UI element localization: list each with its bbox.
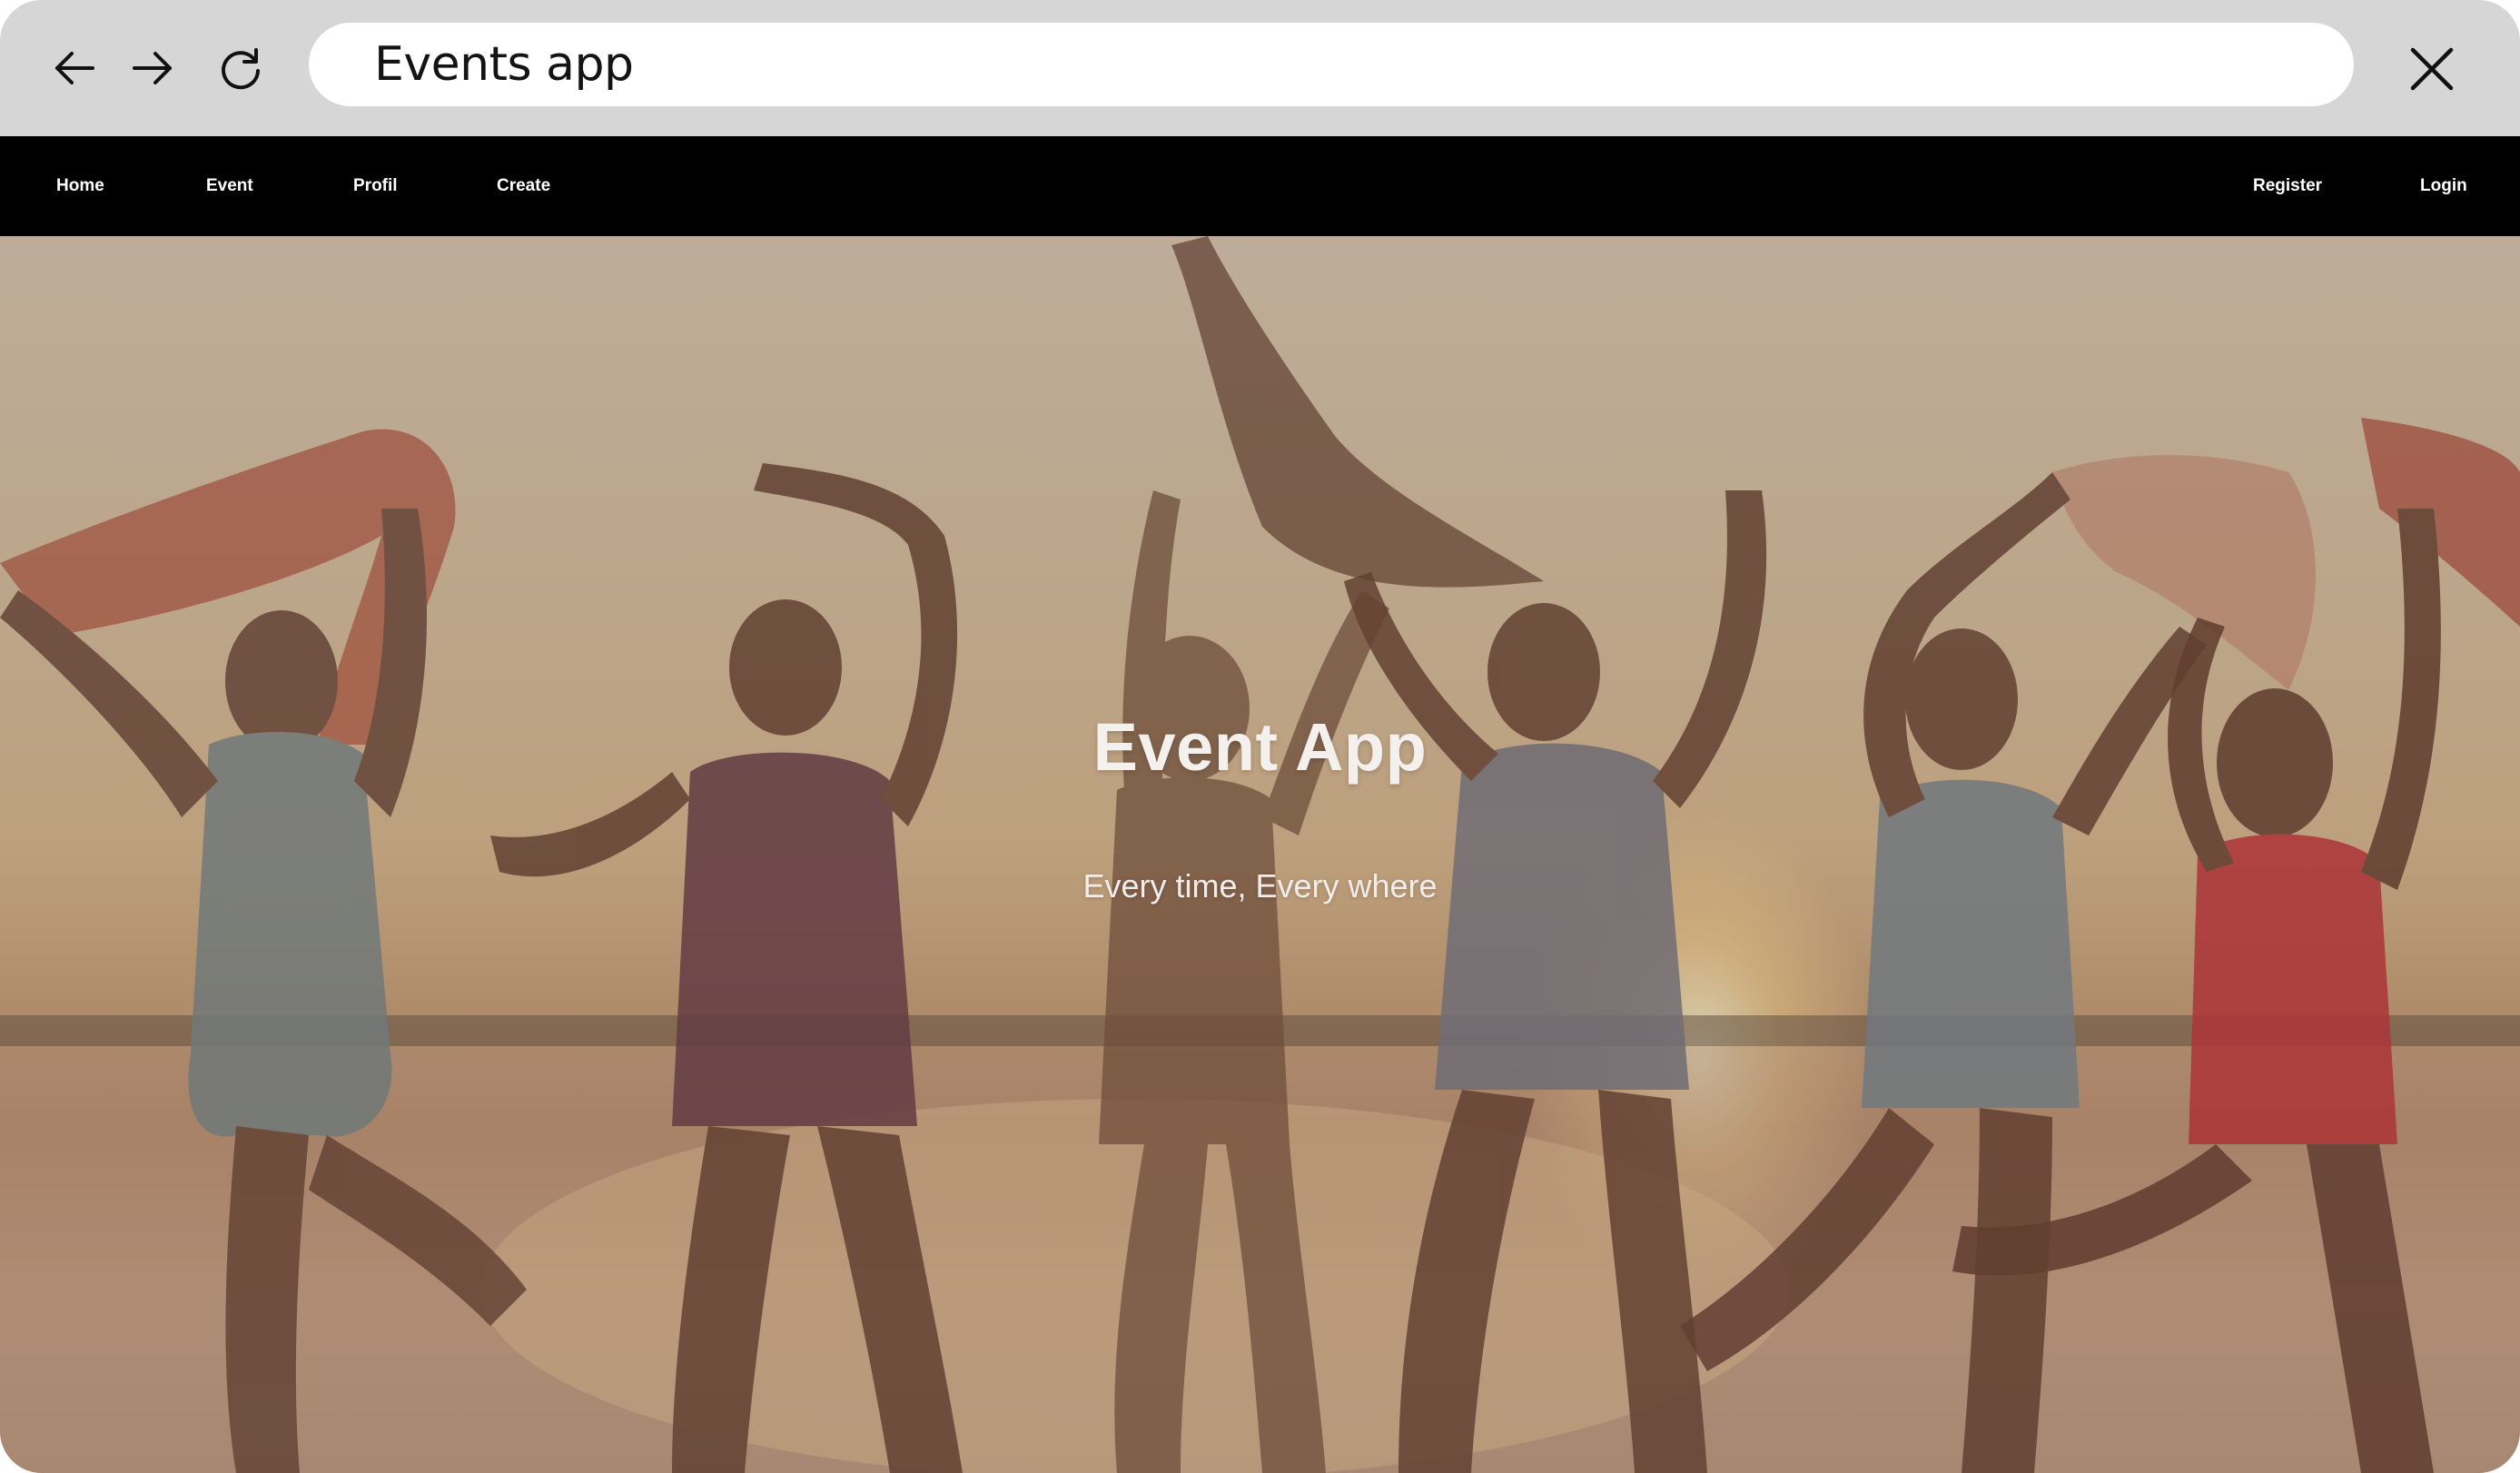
hero-section: Event App Every time, Every where <box>0 236 2520 1473</box>
site-navbar: Home Event Profil Create Register Login <box>0 136 2520 236</box>
address-text: Events app <box>374 37 634 92</box>
arrow-left-icon <box>55 52 94 84</box>
close-button[interactable] <box>2396 33 2468 105</box>
hero-dim-overlay <box>0 236 2520 1473</box>
forward-button[interactable] <box>116 36 189 100</box>
hero-title: Event App <box>1092 709 1428 785</box>
nav-link-home[interactable]: Home <box>56 136 104 236</box>
close-icon <box>2410 47 2454 91</box>
arrow-right-icon <box>133 52 172 84</box>
back-button[interactable] <box>38 36 111 100</box>
address-bar[interactable]: Events app <box>309 23 2354 106</box>
browser-toolbar: Events app <box>0 0 2520 136</box>
nav-link-event[interactable]: Event <box>206 136 253 236</box>
nav-link-profil[interactable]: Profil <box>353 136 398 236</box>
reload-icon <box>222 48 260 90</box>
reload-button[interactable] <box>204 36 277 100</box>
hero-subtitle: Every time, Every where <box>1082 867 1438 905</box>
nav-link-register[interactable]: Register <box>2253 136 2322 236</box>
nav-link-login[interactable]: Login <box>2420 136 2467 236</box>
browser-window: Events app Home Event Profil Create Regi… <box>0 0 2520 1473</box>
nav-link-create[interactable]: Create <box>497 136 550 236</box>
